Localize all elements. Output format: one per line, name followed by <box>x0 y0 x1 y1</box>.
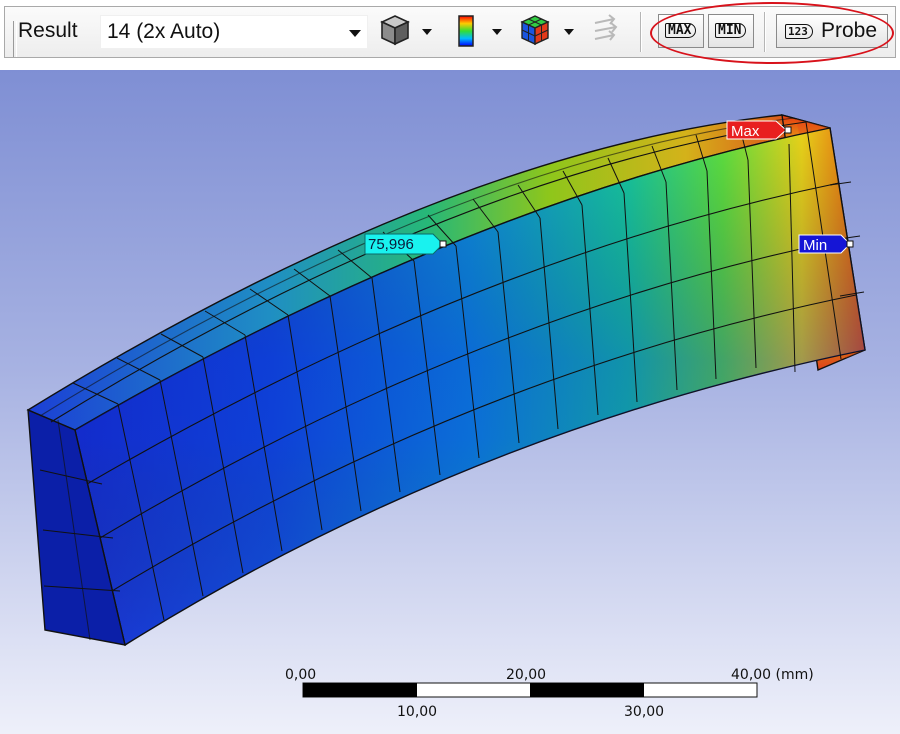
geometry-cube-icon <box>380 15 410 46</box>
edges-mesh-icon <box>520 15 550 46</box>
graphics-viewport[interactable]: Max Min 75,996 0,00 20,00 40,00 (mm) 10,… <box>0 70 900 734</box>
scale-label-40: 40,00 (mm) <box>731 667 814 683</box>
deformation-scale-combo[interactable]: 14 (2x Auto) <box>100 15 368 49</box>
vector-arrows-icon <box>594 14 618 41</box>
min-tag-label: Min <box>803 237 827 254</box>
geometry-display-button[interactable] <box>380 13 436 51</box>
edges-display-button[interactable] <box>520 13 580 51</box>
scale-label-30: 30,00 <box>624 704 664 720</box>
result-label: Result <box>18 19 78 42</box>
probe-result-tag[interactable]: 75,996 <box>364 233 447 255</box>
beam-model[interactable]: Max Min 75,996 0,00 20,00 40,00 (mm) 10,… <box>0 70 900 734</box>
toolbar-separator <box>764 12 766 52</box>
probe-label: Probe <box>821 19 878 42</box>
chevron-down-icon[interactable] <box>564 29 574 35</box>
chevron-down-icon[interactable] <box>492 29 502 35</box>
chevron-down-icon[interactable] <box>349 30 361 37</box>
deformation-scale-value: 14 (2x Auto) <box>107 20 221 43</box>
toolbar-separator <box>640 12 642 52</box>
contour-display-button[interactable] <box>456 13 508 51</box>
toolbar-grip[interactable] <box>13 21 17 57</box>
max-tag-label: Max <box>731 123 760 140</box>
min-icon: MIN <box>715 23 747 38</box>
max-label-button[interactable]: MAX <box>658 14 704 48</box>
probe-icon: 123 <box>785 24 813 39</box>
max-icon: MAX <box>665 23 697 38</box>
scale-label-20: 20,00 <box>506 667 546 683</box>
scale-bar: 0,00 20,00 40,00 (mm) 10,00 30,00 <box>285 667 814 720</box>
probe-tag-value: 75,996 <box>368 236 414 253</box>
vector-display-button[interactable] <box>592 13 626 51</box>
contour-legend-icon <box>458 15 474 47</box>
result-toolbar: Result 14 (2x Auto) MAX MIN 123 Probe <box>0 0 900 66</box>
min-label-button[interactable]: MIN <box>708 14 754 48</box>
probe-button[interactable]: 123 Probe <box>776 14 888 48</box>
chevron-down-icon[interactable] <box>422 29 432 35</box>
scale-label-0: 0,00 <box>285 667 316 683</box>
scale-label-10: 10,00 <box>397 704 437 720</box>
